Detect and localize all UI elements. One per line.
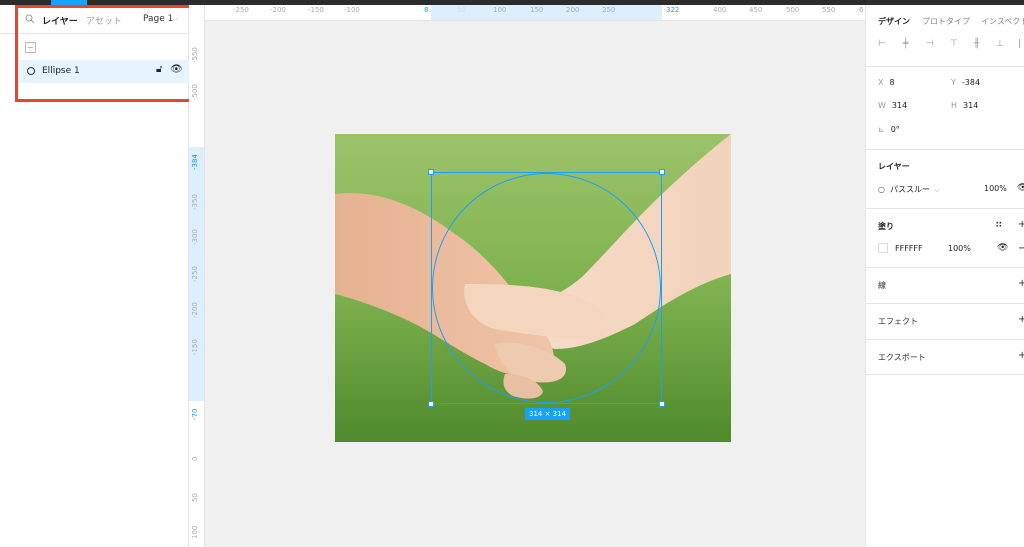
blend-mode-select[interactable]: ○ パススルー ⌵ bbox=[878, 184, 940, 195]
add-stroke-icon[interactable]: + bbox=[1018, 278, 1024, 289]
align-center-h-icon[interactable]: ╪ bbox=[903, 39, 908, 49]
fill-opacity[interactable]: 100% bbox=[948, 244, 971, 253]
ruler-label: 8 bbox=[424, 6, 429, 14]
tab-inspect[interactable]: インスペクト bbox=[981, 16, 1024, 27]
ruler-label: 400 bbox=[713, 6, 727, 14]
align-right-icon[interactable]: ⊣ bbox=[926, 39, 934, 49]
ruler-label: -550 bbox=[191, 47, 199, 63]
ruler-label: 500 bbox=[786, 6, 800, 14]
ruler-label: -250 bbox=[191, 266, 199, 282]
divider bbox=[866, 374, 1024, 375]
ruler-label: -500 bbox=[191, 84, 199, 100]
ruler-label: -150 bbox=[308, 6, 324, 14]
distribute-icon[interactable]: | bbox=[1018, 39, 1021, 49]
tab-prototype[interactable]: プロトタイプ bbox=[922, 16, 970, 27]
ruler-label: -384 bbox=[191, 154, 199, 170]
ruler-label: -70 bbox=[191, 408, 199, 420]
style-grid-icon[interactable]: ∷ bbox=[996, 220, 1002, 229]
ruler-label: -100 bbox=[344, 6, 360, 14]
alignment-toolbar: ⊢ ╪ ⊣ ⊤ ╫ ⊥ | bbox=[866, 39, 1024, 55]
ruler-label: -200 bbox=[191, 302, 199, 318]
y-field[interactable]: Y -384 bbox=[951, 78, 980, 87]
remove-fill-icon[interactable]: − bbox=[1018, 243, 1024, 254]
ruler-label: -350 bbox=[191, 194, 199, 210]
ruler-label: -250 bbox=[233, 6, 249, 14]
ruler-label: 100 bbox=[493, 6, 507, 14]
divider bbox=[866, 208, 1024, 209]
ruler-label: 50 bbox=[191, 493, 199, 502]
divider bbox=[866, 66, 1024, 67]
resize-handle[interactable] bbox=[659, 401, 665, 407]
ruler-label: 250 bbox=[602, 6, 616, 14]
blend-mode-icon: ○ bbox=[878, 185, 885, 194]
ruler-label: 6 bbox=[859, 6, 864, 14]
eye-icon[interactable]: 👁︎ bbox=[1017, 183, 1024, 193]
fill-section-title: 塗り bbox=[878, 222, 894, 231]
resize-handle[interactable] bbox=[659, 169, 665, 175]
fill-color-swatch[interactable] bbox=[878, 243, 888, 253]
ruler-label: 150 bbox=[530, 6, 544, 14]
divider bbox=[866, 267, 1024, 268]
horizontal-ruler: -250 -200 -150 -100 8 50 100 150 200 250… bbox=[205, 5, 865, 21]
resize-handle[interactable] bbox=[428, 401, 434, 407]
height-field[interactable]: H 314 bbox=[951, 101, 978, 110]
divider bbox=[866, 149, 1024, 150]
chevron-down-icon: ⌵ bbox=[933, 185, 941, 194]
ruler-label: 450 bbox=[749, 6, 763, 14]
ruler-label: 550 bbox=[822, 6, 836, 14]
layer-section-title: レイヤー bbox=[878, 162, 910, 171]
divider bbox=[866, 339, 1024, 340]
align-left-icon[interactable]: ⊢ bbox=[878, 39, 886, 49]
fill-hex[interactable]: FFFFFF bbox=[895, 244, 923, 253]
ruler-label: -300 bbox=[191, 229, 199, 245]
annotation-highlight-box bbox=[15, 5, 211, 102]
layer-opacity[interactable]: 100% bbox=[984, 184, 1007, 193]
rotation-field[interactable]: ⊾ 0° bbox=[878, 125, 900, 134]
ruler-label: -150 bbox=[191, 339, 199, 355]
align-bottom-icon[interactable]: ⊥ bbox=[996, 39, 1004, 49]
ellipse-selection[interactable] bbox=[428, 169, 665, 407]
ruler-label: -200 bbox=[270, 6, 286, 14]
ruler-label: 0 bbox=[191, 456, 199, 461]
tab-design[interactable]: デザイン bbox=[878, 16, 910, 27]
ruler-label: 200 bbox=[566, 6, 580, 14]
rotation-icon: ⊾ bbox=[878, 125, 885, 134]
design-canvas[interactable]: 314 × 314 bbox=[205, 21, 865, 547]
eye-icon[interactable]: 👁︎ bbox=[997, 243, 1008, 253]
properties-panel: デザイン プロトタイプ インスペクト ⊢ ╪ ⊣ ⊤ ╫ ⊥ | X8 Y -38… bbox=[865, 5, 1024, 547]
ruler-label: 322 bbox=[666, 6, 680, 14]
align-top-icon[interactable]: ⊤ bbox=[950, 39, 958, 49]
resize-handle[interactable] bbox=[428, 169, 434, 175]
vertical-ruler: -550 -500 -384 -350 -300 -250 -200 -150 … bbox=[189, 5, 205, 547]
stroke-section-title: 線 bbox=[878, 281, 886, 290]
divider bbox=[866, 303, 1024, 304]
x-field[interactable]: X8 bbox=[878, 78, 895, 87]
width-field[interactable]: W 314 bbox=[878, 101, 907, 110]
ellipse-shape[interactable] bbox=[432, 173, 661, 403]
ruler-label: 50 bbox=[457, 6, 466, 14]
size-badge: 314 × 314 bbox=[525, 408, 571, 420]
export-section-title: エクスポート bbox=[878, 353, 926, 362]
add-fill-icon[interactable]: + bbox=[1018, 219, 1024, 230]
add-export-icon[interactable]: + bbox=[1018, 350, 1024, 361]
effect-section-title: エフェクト bbox=[878, 317, 918, 326]
properties-tabs: デザイン プロトタイプ インスペクト bbox=[866, 5, 1024, 35]
ruler-label: 100 bbox=[191, 525, 199, 539]
align-center-v-icon[interactable]: ╫ bbox=[974, 39, 979, 49]
add-effect-icon[interactable]: + bbox=[1018, 314, 1024, 325]
